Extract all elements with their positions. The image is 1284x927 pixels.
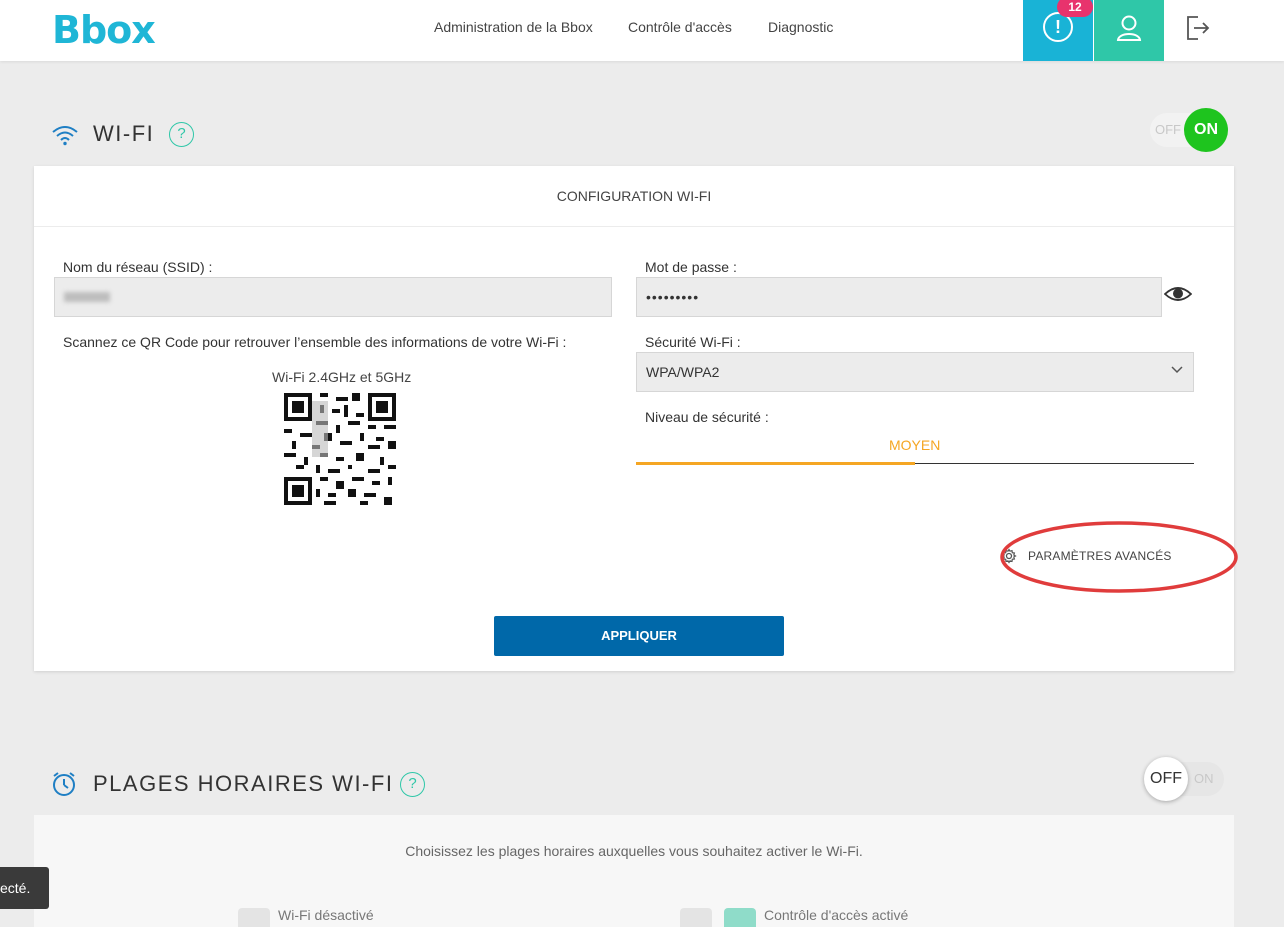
alert-count-badge: 12 (1057, 0, 1093, 17)
toast-notification: ecté. (0, 867, 49, 909)
annotation-ellipse (1000, 521, 1238, 593)
plages-section-title: PLAGES HORAIRES WI-FI (93, 771, 394, 796)
legend-access-control: Contrôle d'accès activé (764, 907, 909, 923)
apply-button[interactable]: APPLIQUER (494, 616, 784, 656)
timer-icon (53, 772, 75, 796)
security-label: Sécurité Wi-Fi : (645, 334, 741, 350)
user-icon (1116, 15, 1142, 41)
security-selected-value: WPA/WPA2 (646, 364, 720, 380)
toggle-knob-on: ON (1184, 108, 1228, 152)
access-control-legend-icon (724, 908, 756, 927)
plages-help-icon[interactable]: ? (400, 772, 425, 797)
bbox-logo[interactable]: Bbox (52, 8, 156, 52)
security-level-fill (636, 462, 915, 465)
password-label: Mot de passe : (645, 259, 737, 275)
plages-card: Choisissez les plages horaires auxquelle… (34, 815, 1234, 927)
wifi-toggle[interactable]: OFF ON (1150, 108, 1228, 152)
ssid-input[interactable] (54, 277, 612, 317)
wifi-help-icon[interactable]: ? (169, 122, 194, 147)
logout-button[interactable] (1184, 15, 1212, 46)
wifi-config-card: CONFIGURATION WI-FI Nom du réseau (SSID)… (34, 166, 1234, 671)
eye-icon[interactable] (1164, 285, 1192, 303)
toggle-off-label: OFF (1155, 122, 1181, 137)
wifi-disabled-legend-icon (238, 908, 270, 927)
legend-wifi-disabled: Wi-Fi désactivé (278, 907, 374, 923)
toggle-on-label: ON (1194, 771, 1214, 786)
nav-administration[interactable]: Administration de la Bbox (434, 19, 593, 35)
ssid-label: Nom du réseau (SSID) : (63, 259, 213, 275)
security-level-label: Niveau de sécurité : (645, 409, 769, 425)
card-heading: CONFIGURATION WI-FI (34, 166, 1234, 227)
plages-toggle[interactable]: ON OFF (1144, 757, 1224, 801)
qr-caption: Wi-Fi 2.4GHz et 5GHz (272, 369, 412, 385)
lock-icon (680, 908, 712, 927)
wifi-section-title: WI-FI (93, 121, 155, 146)
top-header: Bbox Administration de la Bbox Contrôle … (0, 0, 1284, 61)
toggle-knob-off: OFF (1144, 757, 1188, 801)
nav-access-control[interactable]: Contrôle d'accès (628, 19, 732, 35)
qr-instruction: Scannez ce QR Code pour retrouver l’ense… (63, 334, 567, 350)
ssid-redacted-value (64, 292, 110, 303)
security-level-value: MOYEN (889, 437, 941, 453)
security-select[interactable]: WPA/WPA2 (636, 352, 1194, 392)
alerts-button[interactable]: ! 12 (1023, 0, 1093, 61)
password-input[interactable]: ••••••••• (636, 277, 1162, 317)
chevron-down-icon (1171, 366, 1183, 374)
logout-icon (1187, 16, 1210, 40)
wifi-icon (52, 126, 78, 146)
wifi-qr-code (284, 393, 396, 505)
plages-description: Choisissez les plages horaires auxquelle… (405, 843, 863, 859)
user-button[interactable] (1094, 0, 1164, 61)
nav-diagnostic[interactable]: Diagnostic (768, 19, 833, 35)
